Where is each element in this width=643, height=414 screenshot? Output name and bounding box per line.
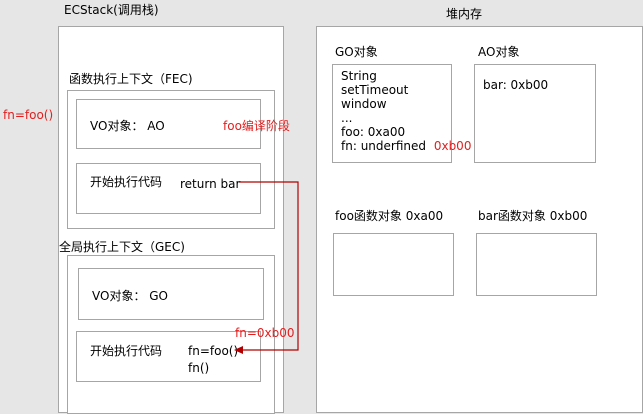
go-fn-text: fn: underfined — [341, 139, 426, 153]
heap-title: 堆内存 — [446, 7, 483, 21]
heap-container: GO对象 String setTimeout window ... foo: 0… — [316, 26, 643, 413]
foo-object-box — [333, 233, 454, 296]
go-title: GO对象 — [335, 45, 378, 59]
bar-object-title: bar函数对象 0xb00 — [478, 209, 588, 223]
ao-title: AO对象 — [478, 45, 520, 59]
go-lines: String setTimeout window ... foo: 0xa00 … — [341, 69, 471, 153]
go-line: window — [341, 97, 387, 111]
go-object-box: String setTimeout window ... foo: 0xa00 … — [332, 64, 471, 163]
go-line: foo: 0xa00 — [341, 125, 406, 139]
go-line: setTimeout — [341, 83, 409, 97]
foo-object-title: foo函数对象 0xa00 — [335, 209, 444, 223]
ao-line: bar: 0xb00 — [483, 78, 549, 92]
go-fn-line: fn: underfined 0xb00 — [341, 139, 471, 153]
ao-object-box: bar: 0xb00 — [474, 64, 596, 163]
go-line: String — [341, 69, 377, 83]
bar-object-box — [476, 233, 597, 296]
go-line: ... — [341, 111, 353, 125]
go-fn-update: 0xb00 — [433, 139, 472, 153]
